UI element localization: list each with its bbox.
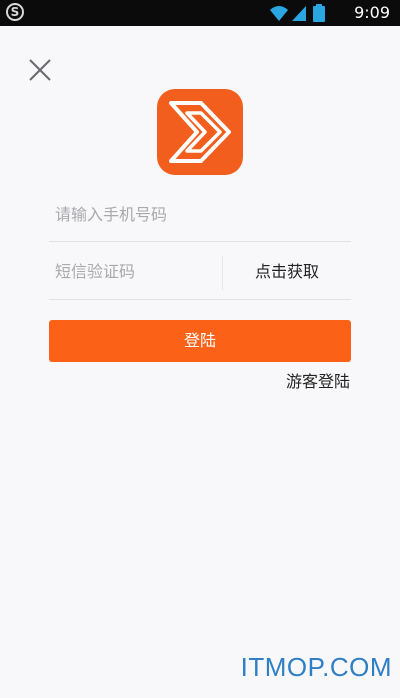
close-icon [29,59,51,81]
get-code-button[interactable]: 点击获取 [223,244,351,299]
app-logo [157,89,243,175]
guest-login-link[interactable]: 游客登陆 [286,370,350,394]
sms-code-row: 点击获取 [49,244,351,300]
sms-code-input[interactable] [55,258,215,284]
wifi-icon [270,6,288,21]
battery-icon [313,4,325,22]
signal-icon [292,6,306,21]
status-bar: S 9:09 [0,0,400,26]
notification-s-icon: S [6,3,24,21]
status-icons [268,3,338,23]
watermark: ITMOP.COM [240,652,392,682]
phone-input-row [49,190,351,242]
login-button[interactable]: 登陆 [49,320,351,362]
status-time: 9:09 [354,3,390,22]
phone-input[interactable] [55,201,345,227]
close-button[interactable] [26,56,54,84]
double-chevron-logo-icon [169,101,231,163]
